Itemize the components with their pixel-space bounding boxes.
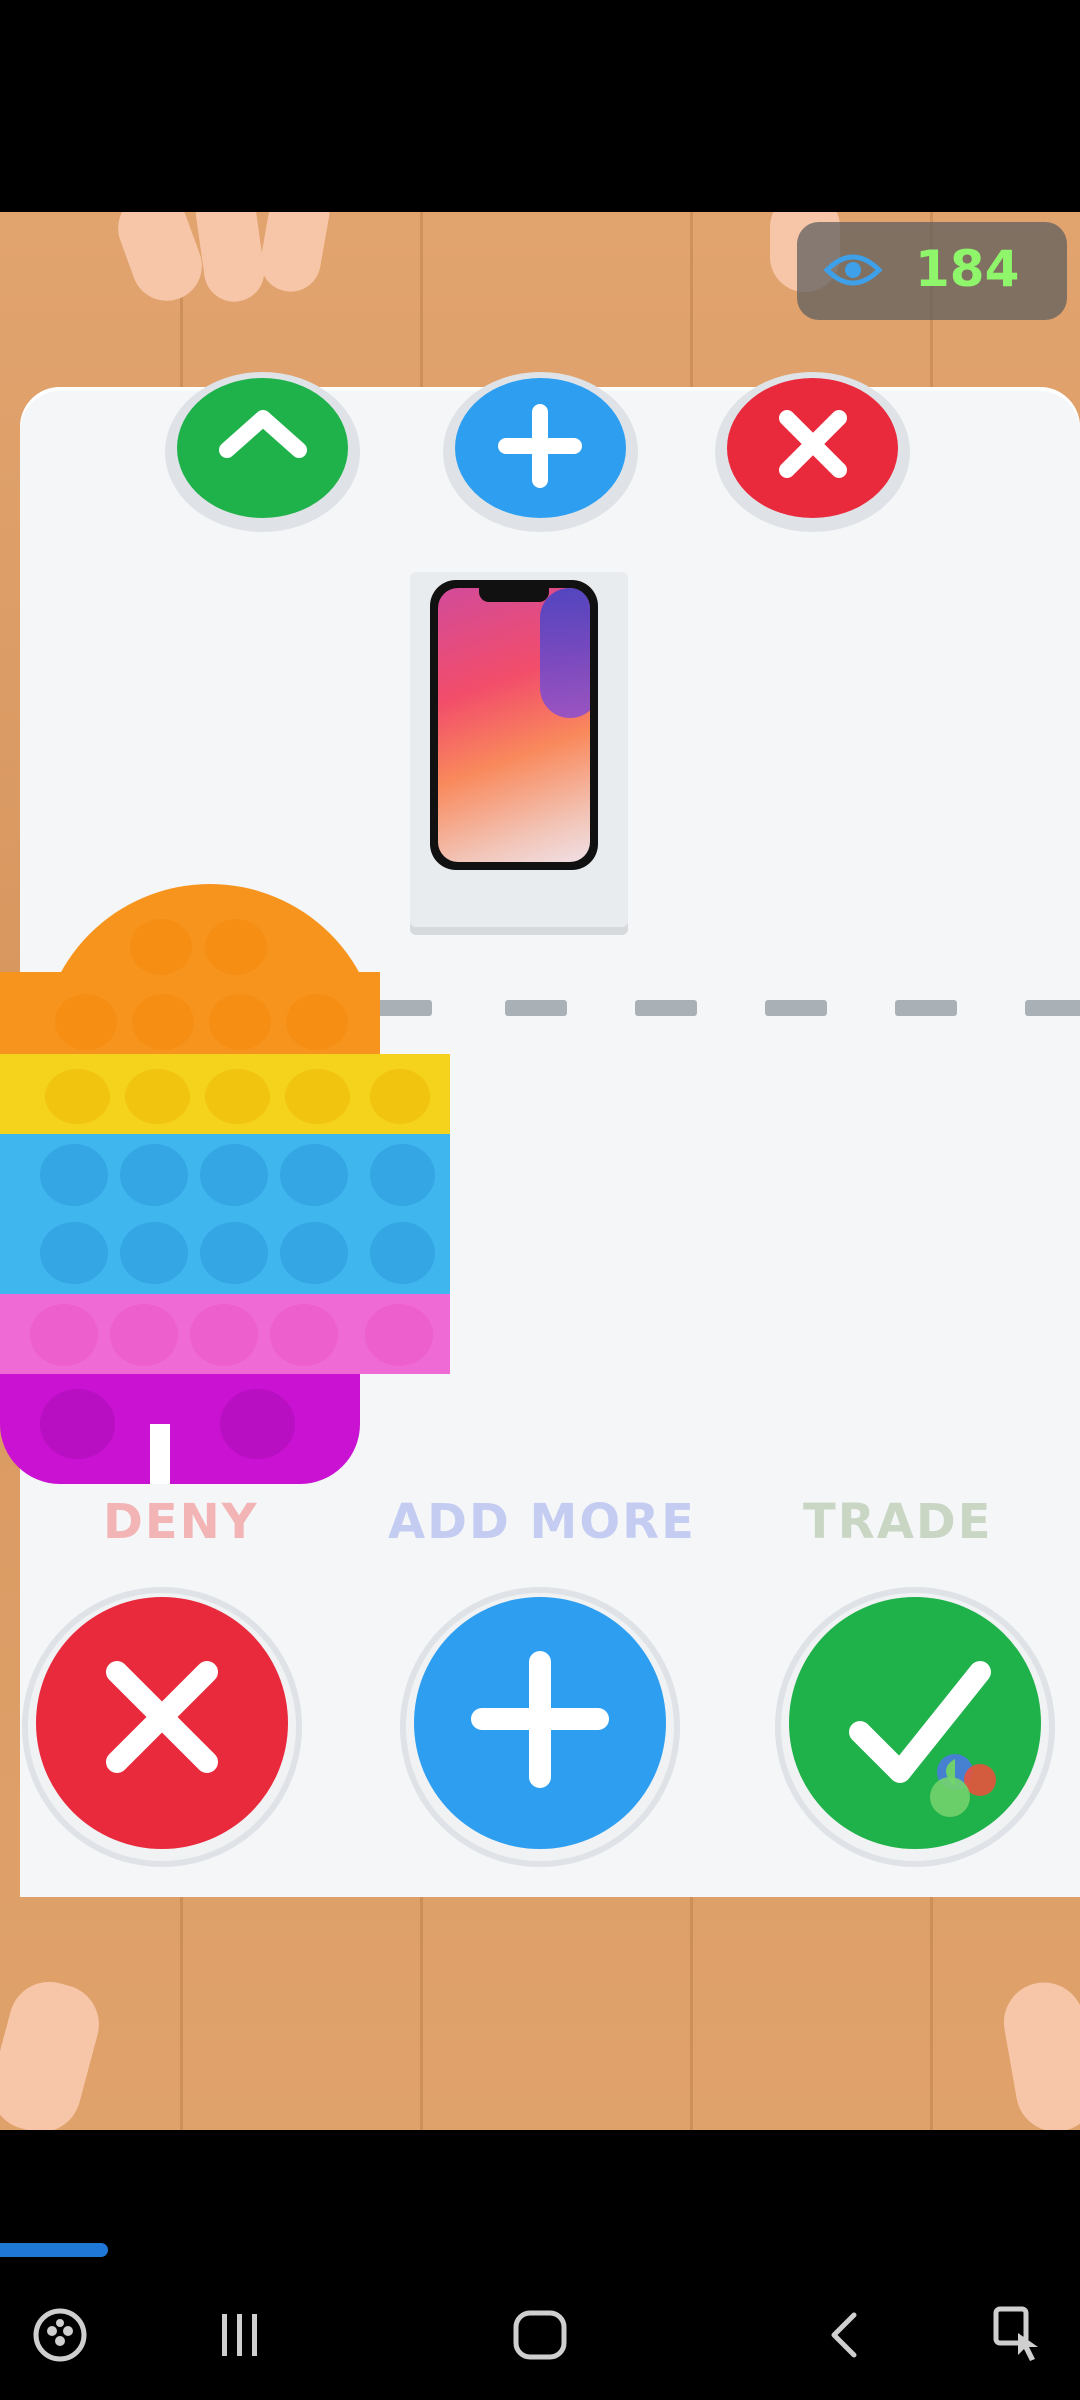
- smartphone-item: [430, 580, 598, 870]
- opponent-deny-button: [715, 372, 910, 532]
- game-scene: DENY ADD MORE TRADE: [0, 212, 1080, 2130]
- video-progress-fill: [0, 2243, 108, 2257]
- popit-toy-item[interactable]: [0, 884, 470, 1494]
- gamepad-icon: [33, 2308, 87, 2362]
- opponent-hand-left: [108, 212, 212, 311]
- home-button[interactable]: [500, 2270, 580, 2400]
- trade-button[interactable]: [775, 1587, 1055, 1867]
- game-tools-button[interactable]: [20, 2270, 100, 2400]
- home-icon: [513, 2310, 567, 2360]
- recents-button[interactable]: [200, 2270, 280, 2400]
- accessibility-button[interactable]: [975, 2270, 1065, 2400]
- views-count: 184: [915, 240, 1020, 298]
- add-more-button[interactable]: [400, 1587, 680, 1867]
- video-progress-bar[interactable]: [0, 2243, 1080, 2257]
- back-icon: [831, 2312, 857, 2358]
- accessibility-icon: [993, 2306, 1038, 2361]
- deny-button[interactable]: [22, 1587, 302, 1867]
- back-button[interactable]: [805, 2270, 885, 2400]
- recents-icon: [222, 2314, 257, 2356]
- plus-icon: [471, 1651, 609, 1788]
- add-more-label: ADD MORE: [388, 1494, 696, 1550]
- offered-phone-box: [410, 572, 628, 927]
- player-hand-left: [0, 1972, 108, 2130]
- system-nav-bar: [0, 2270, 1080, 2400]
- close-icon: [106, 1661, 218, 1773]
- opponent-accept-button: [165, 372, 360, 532]
- opponent-add-button: [443, 372, 638, 532]
- player-hand-right: [997, 1976, 1080, 2130]
- checkmark-icon: [849, 1661, 996, 1817]
- views-counter: 184: [797, 222, 1067, 320]
- trade-label: TRADE: [803, 1494, 993, 1550]
- deny-label: DENY: [103, 1494, 259, 1550]
- eye-icon: [823, 254, 883, 286]
